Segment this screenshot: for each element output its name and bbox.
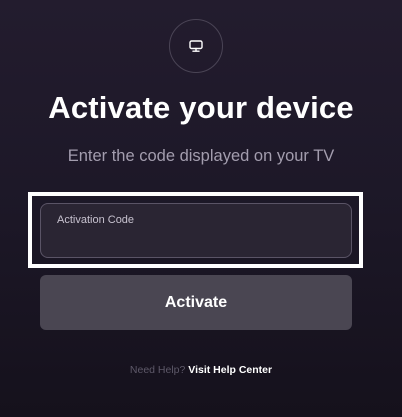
monitor-icon xyxy=(188,38,204,54)
activate-button[interactable]: Activate xyxy=(40,275,352,330)
activation-code-label: Activation Code xyxy=(57,214,135,226)
help-center-link[interactable]: Visit Help Center xyxy=(188,364,272,376)
page-subtitle: Enter the code displayed on your TV xyxy=(67,147,335,165)
help-row: Need Help? Visit Help Center xyxy=(0,364,402,376)
device-icon-badge xyxy=(169,19,223,73)
activation-code-input[interactable]: Activation Code xyxy=(40,203,352,258)
page-title: Activate your device xyxy=(48,90,354,125)
help-prefix-text: Need Help? xyxy=(129,364,186,376)
